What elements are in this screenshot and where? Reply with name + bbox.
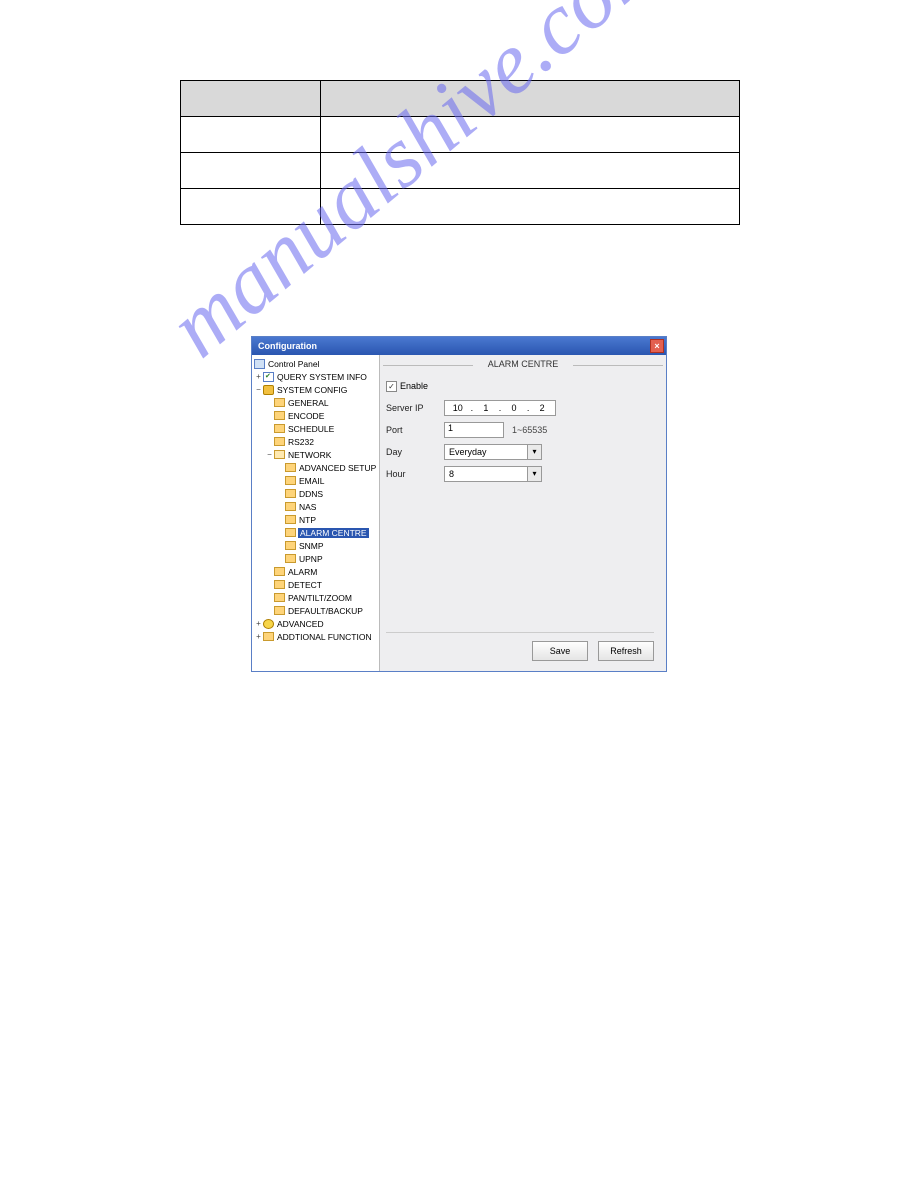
- tree-snmp[interactable]: SNMP: [252, 539, 379, 552]
- port-input[interactable]: 1: [444, 422, 504, 438]
- tree-control-panel[interactable]: Control Panel: [252, 357, 379, 370]
- tree-network[interactable]: −NETWORK: [252, 448, 379, 461]
- button-row: Save Refresh: [386, 632, 654, 661]
- hour-value: 8: [445, 467, 527, 481]
- chevron-down-icon[interactable]: ▾: [527, 467, 541, 481]
- collapse-icon[interactable]: −: [254, 385, 263, 394]
- folder-icon: [274, 398, 285, 407]
- expand-icon[interactable]: +: [254, 372, 263, 381]
- window-title: Configuration: [258, 341, 317, 351]
- tree-email[interactable]: EMAIL: [252, 474, 379, 487]
- day-select[interactable]: Everyday ▾: [444, 444, 542, 460]
- chevron-down-icon[interactable]: ▾: [527, 445, 541, 459]
- port-hint: 1~65535: [512, 425, 547, 435]
- folder-icon: [274, 593, 285, 602]
- tree-alarm-centre[interactable]: ALARM CENTRE: [252, 526, 379, 539]
- tree-default-backup[interactable]: DEFAULT/BACKUP: [252, 604, 379, 617]
- folder-icon: [285, 476, 296, 485]
- gear-icon: [263, 385, 274, 395]
- ip-octet-2[interactable]: 1: [473, 401, 499, 415]
- hour-select[interactable]: 8 ▾: [444, 466, 542, 482]
- tree-encode[interactable]: ENCODE: [252, 409, 379, 422]
- ip-octet-3[interactable]: 0: [501, 401, 527, 415]
- tree-additional-function[interactable]: +ADDTIONAL FUNCTION: [252, 630, 379, 643]
- tree-upnp[interactable]: UPNP: [252, 552, 379, 565]
- tree-query-system-info[interactable]: +QUERY SYSTEM INFO: [252, 370, 379, 383]
- config-window: Configuration × Control Panel +QUERY SYS…: [251, 336, 667, 672]
- folder-icon: [285, 515, 296, 524]
- enable-checkbox[interactable]: ✓: [386, 381, 397, 392]
- folder-icon: [274, 567, 285, 576]
- window-titlebar: Configuration ×: [252, 337, 666, 355]
- hour-label: Hour: [386, 469, 444, 479]
- tree-general[interactable]: GENERAL: [252, 396, 379, 409]
- folder-icon: [274, 437, 285, 446]
- close-icon[interactable]: ×: [650, 339, 664, 353]
- folder-icon: [285, 528, 296, 537]
- port-label: Port: [386, 425, 444, 435]
- doc-table: [180, 80, 740, 225]
- folder-icon: [285, 554, 296, 563]
- check-icon: [263, 372, 274, 382]
- tree-nas[interactable]: NAS: [252, 500, 379, 513]
- folder-icon: [285, 463, 296, 472]
- expand-icon[interactable]: +: [254, 619, 263, 628]
- tree-alarm[interactable]: ALARM: [252, 565, 379, 578]
- folder-icon: [285, 541, 296, 550]
- tree-ptz[interactable]: PAN/TILT/ZOOM: [252, 591, 379, 604]
- panel-icon: [254, 359, 265, 369]
- folder-icon: [274, 411, 285, 420]
- enable-label: Enable: [400, 381, 428, 391]
- tree-ddns[interactable]: DDNS: [252, 487, 379, 500]
- cog-icon: [263, 619, 274, 629]
- folder-icon: [285, 502, 296, 511]
- collapse-icon[interactable]: −: [265, 450, 274, 459]
- tree-advanced[interactable]: +ADVANCED: [252, 617, 379, 630]
- tree-ntp[interactable]: NTP: [252, 513, 379, 526]
- refresh-button[interactable]: Refresh: [598, 641, 654, 661]
- expand-icon[interactable]: +: [254, 632, 263, 641]
- folder-icon: [274, 606, 285, 615]
- day-label: Day: [386, 447, 444, 457]
- ip-octet-1[interactable]: 10: [445, 401, 471, 415]
- server-ip-label: Server IP: [386, 403, 444, 413]
- panel-title: ALARM CENTRE: [386, 359, 660, 371]
- tree-advanced-setup[interactable]: ADVANCED SETUP: [252, 461, 379, 474]
- save-button[interactable]: Save: [532, 641, 588, 661]
- folder-icon: [274, 424, 285, 433]
- tree-rs232[interactable]: RS232: [252, 435, 379, 448]
- server-ip-input[interactable]: 10. 1. 0. 2: [444, 400, 556, 416]
- folder-open-icon: [274, 450, 285, 459]
- settings-panel: ALARM CENTRE ✓ Enable Server IP 10. 1. 0…: [380, 355, 666, 671]
- ip-octet-4[interactable]: 2: [529, 401, 555, 415]
- folder-icon: [263, 632, 274, 641]
- day-value: Everyday: [445, 445, 527, 459]
- tree-detect[interactable]: DETECT: [252, 578, 379, 591]
- tree-schedule[interactable]: SCHEDULE: [252, 422, 379, 435]
- folder-icon: [274, 580, 285, 589]
- folder-icon: [285, 489, 296, 498]
- tree-system-config[interactable]: −SYSTEM CONFIG: [252, 383, 379, 396]
- nav-tree: Control Panel +QUERY SYSTEM INFO −SYSTEM…: [252, 355, 380, 671]
